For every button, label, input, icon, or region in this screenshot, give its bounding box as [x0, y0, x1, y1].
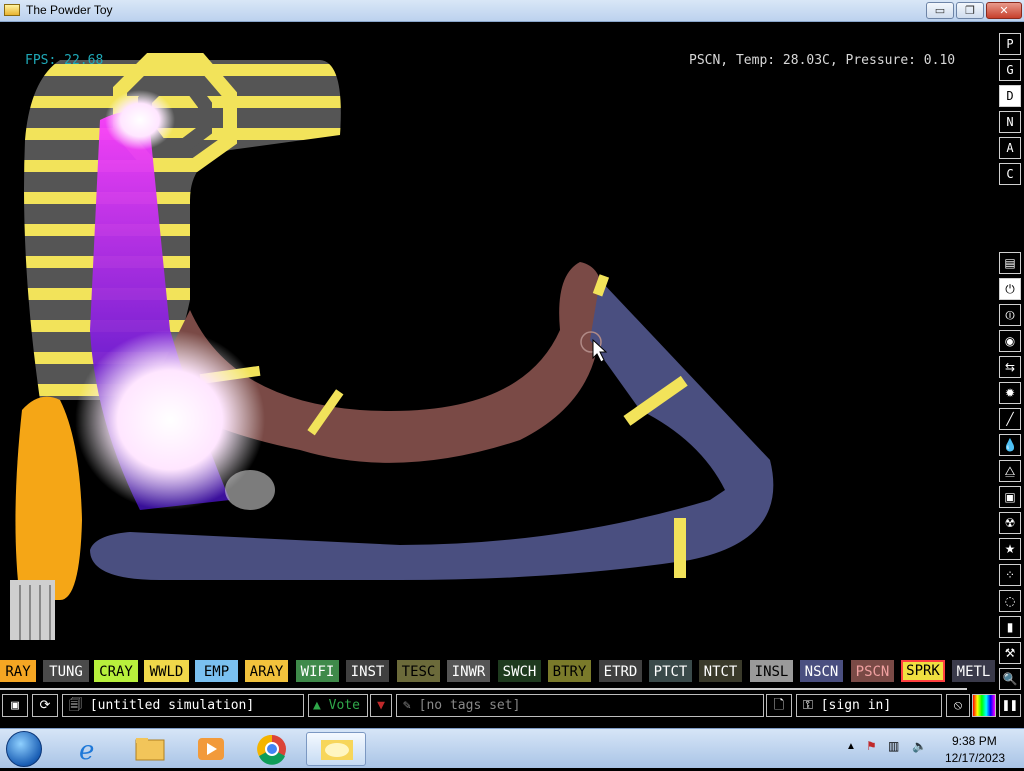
powders-icon[interactable]: ⧋	[999, 460, 1021, 482]
element-pscn[interactable]: PSCN	[851, 660, 894, 682]
element-ray[interactable]: RAY	[0, 660, 36, 682]
action-center-icon[interactable]: ⚑	[866, 739, 877, 753]
orange-material	[15, 396, 83, 600]
tags-text: [no tags set]	[418, 698, 521, 713]
windows-taskbar: e ▲ ⚑ ▥ 🔈 9:38 PM 12/17/2023	[0, 728, 1024, 768]
tags-button[interactable]: ✎ [no tags set]	[396, 694, 764, 717]
tag-icon: ✎	[403, 698, 419, 713]
menu-button-d[interactable]: D	[999, 85, 1021, 107]
menu-button-c[interactable]: C	[999, 163, 1021, 185]
menu-button-p[interactable]: P	[999, 33, 1021, 55]
element-ntct[interactable]: NTCT	[699, 660, 742, 682]
show-hidden-icons[interactable]: ▲	[846, 741, 856, 752]
element-metl[interactable]: METL	[952, 660, 995, 682]
network-icon[interactable]: ▥	[888, 739, 899, 753]
element-etrd[interactable]: ETRD	[599, 660, 642, 682]
volume-icon[interactable]: 🔈	[912, 739, 927, 753]
element-palette: RAY TUNG CRAY WWLD EMP ARAY WIFI INST TE…	[0, 657, 995, 685]
sensors-icon[interactable]: ◉	[999, 330, 1021, 352]
element-btry[interactable]: BTRY	[548, 660, 591, 682]
element-inwr[interactable]: INWR	[447, 660, 490, 682]
pause-icon[interactable]: ❚❚	[999, 694, 1021, 717]
decoration-icon[interactable]: ⚒	[999, 642, 1021, 664]
reload-icon[interactable]: ⟳	[32, 694, 58, 717]
gray-metal-block	[10, 580, 55, 640]
element-cray[interactable]: CRAY	[94, 660, 138, 682]
powder-toy-taskbar-icon[interactable]	[306, 732, 366, 766]
sign-in-button[interactable]: ⚿ [sign in]	[796, 694, 942, 717]
element-tesc[interactable]: TESC	[397, 660, 440, 682]
vote-label: Vote	[328, 698, 360, 713]
simulation-title: [untitled simulation]	[89, 698, 255, 713]
file-explorer-icon[interactable]	[123, 732, 177, 766]
fps-counter: FPS: 22.68	[25, 53, 104, 68]
element-inst[interactable]: INST	[346, 660, 389, 682]
menu-button-n[interactable]: N	[999, 111, 1021, 133]
simulation-title-button[interactable]: 🗐 [untitled simulation]	[62, 694, 304, 717]
electronics-icon[interactable]: ⏻	[999, 278, 1021, 300]
powder-toy-app-icon	[4, 4, 20, 16]
start-button-icon[interactable]	[6, 731, 42, 767]
key-icon: ⚿	[803, 698, 821, 713]
life-icon[interactable]: ⁘	[999, 564, 1021, 586]
force-icon[interactable]: ⇆	[999, 356, 1021, 378]
vote-down-button[interactable]: ▼	[370, 694, 392, 717]
menu-button-g[interactable]: G	[999, 59, 1021, 81]
window-titlebar: The Powder Toy ▭ ❐ ✕	[0, 0, 1024, 22]
chrome-icon[interactable]	[245, 732, 299, 766]
element-scrollbar[interactable]	[0, 688, 967, 690]
powered-icon[interactable]: ⏼	[999, 304, 1021, 326]
radioactive-icon[interactable]: ☢	[999, 512, 1021, 534]
element-wwld[interactable]: WWLD	[144, 660, 189, 682]
minimize-button[interactable]: ▭	[926, 2, 954, 19]
vote-down-icon: ▼	[377, 698, 385, 713]
tools-icon[interactable]: ◌	[999, 590, 1021, 612]
close-button[interactable]: ✕	[986, 2, 1022, 19]
file-icon: 🗐	[69, 698, 90, 713]
element-insl[interactable]: INSL	[750, 660, 793, 682]
media-player-icon[interactable]	[184, 732, 238, 766]
maximize-button[interactable]: ❐	[956, 2, 984, 19]
element-tung[interactable]: TUNG	[43, 660, 89, 682]
render-options-icon[interactable]	[972, 694, 996, 717]
save-icon[interactable]: ▣	[2, 694, 28, 717]
element-nscn[interactable]: NSCN	[800, 660, 843, 682]
explosives-icon[interactable]: ✹	[999, 382, 1021, 404]
favorites-icon[interactable]: ▮	[999, 616, 1021, 638]
liquids-icon[interactable]: 💧	[999, 434, 1021, 456]
bottom-toolbar: ▣ ⟳ 🗐 [untitled simulation] ▲ Vote ▼ ✎ […	[0, 694, 1024, 718]
element-swch[interactable]: SWCH	[498, 660, 541, 682]
settings-icon[interactable]: ⦸	[946, 694, 970, 717]
svg-text:e: e	[79, 736, 94, 766]
vote-up-icon: ▲	[313, 698, 321, 713]
top-glow	[105, 90, 175, 150]
solids-icon[interactable]: ▣	[999, 486, 1021, 508]
special-icon[interactable]: ★	[999, 538, 1021, 560]
new-simulation-icon[interactable]: 🗋	[766, 694, 792, 717]
gases-icon[interactable]: ╱	[999, 408, 1021, 430]
menu-button-a[interactable]: A	[999, 137, 1021, 159]
element-emp[interactable]: EMP	[195, 660, 238, 682]
element-sprk[interactable]: SPRK	[901, 660, 945, 682]
vote-up-button[interactable]: ▲ Vote	[308, 694, 368, 717]
simulation-drawing	[10, 53, 774, 640]
element-ptct[interactable]: PTCT	[649, 660, 692, 682]
window-title: The Powder Toy	[26, 3, 113, 17]
simulation-canvas[interactable]: FPS: 22.68 PSCN, Temp: 28.03C, Pressure:…	[0, 22, 995, 650]
walls-icon[interactable]: ▤	[999, 252, 1021, 274]
element-wifi[interactable]: WIFI	[296, 660, 339, 682]
clock-time[interactable]: 9:38 PM	[952, 734, 997, 748]
sign-in-text: [sign in]	[820, 698, 892, 713]
clock-date[interactable]: 12/17/2023	[945, 751, 1005, 765]
particle-info: PSCN, Temp: 28.03C, Pressure: 0.10	[689, 53, 956, 68]
search-icon[interactable]: 🔍	[999, 668, 1021, 690]
element-aray[interactable]: ARAY	[245, 660, 288, 682]
internet-explorer-icon[interactable]: e	[62, 732, 116, 766]
